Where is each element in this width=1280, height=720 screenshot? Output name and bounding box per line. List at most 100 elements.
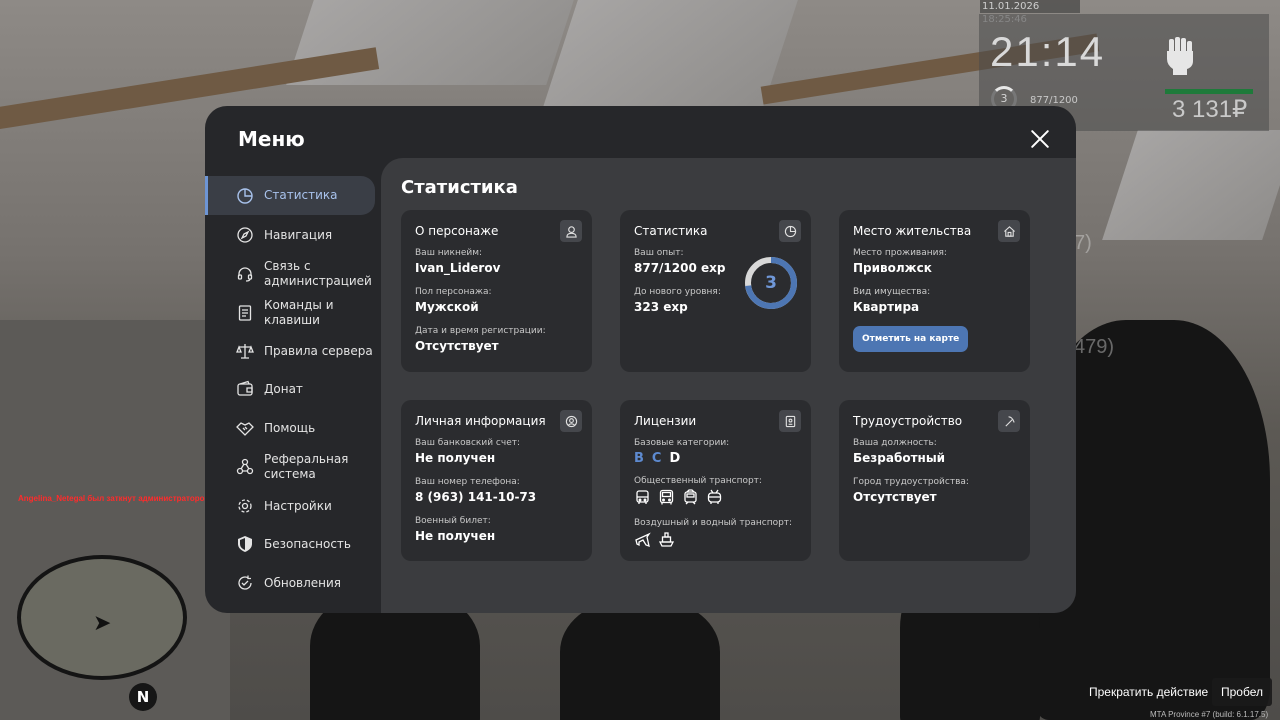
sidebar-item-admin-contact[interactable]: Связь с администрацией: [205, 258, 375, 290]
field-label: Пол персонажа:: [415, 287, 492, 297]
scales-icon: [236, 342, 254, 360]
sidebar-item-label: Настройки: [264, 498, 332, 513]
nickname-value: Ivan_Liderov: [415, 261, 501, 275]
refresh-check-icon: [236, 574, 254, 592]
card-stats: Статистика Ваш опыт: 877/1200 exp До нов…: [620, 210, 811, 372]
sidebar-item-commands[interactable]: Команды и клавиши: [205, 297, 375, 329]
pie-chart-icon: [236, 187, 254, 205]
content-title: Статистика: [401, 177, 518, 198]
mark-on-map-button[interactable]: Отметить на карте: [853, 326, 969, 352]
sidebar-item-label: Связь с администрацией: [264, 259, 372, 288]
sidebar-item-settings[interactable]: Настройки: [205, 496, 375, 516]
sidebar-item-rules[interactable]: Правила сервера: [205, 341, 375, 361]
tram-icon: [682, 489, 699, 506]
menu-title: Меню: [238, 127, 305, 151]
user-circle-icon: [560, 410, 582, 432]
sidebar-item-label: Обновления: [264, 575, 342, 590]
field-label: Ваш банковский счет:: [415, 438, 521, 448]
wallet-icon: [236, 380, 254, 398]
bus-icon: [634, 489, 651, 506]
sidebar-item-donate[interactable]: Донат: [205, 379, 375, 399]
field-label: Воздушный и водный транспорт:: [634, 518, 793, 528]
card-title: О персонаже: [415, 224, 499, 238]
place-value: Приволжск: [853, 261, 932, 275]
sidebar-item-label: Реферальная система: [264, 452, 349, 481]
sidebar-item-updates[interactable]: Обновления: [205, 573, 375, 593]
handshake-icon: [236, 419, 254, 437]
property-value: Квартира: [853, 300, 920, 314]
military-value: Не получен: [415, 529, 496, 543]
sidebar-item-label: Навигация: [264, 227, 333, 242]
field-label: Военный билет:: [415, 516, 491, 526]
action-hint: Прекратить действие: [1089, 685, 1209, 699]
hud-money: 3 131₽: [1172, 96, 1248, 123]
close-icon[interactable]: [1029, 128, 1051, 150]
card-character: О персонаже Ваш никнейм: Ivan_Liderov По…: [401, 210, 592, 372]
card-title: Трудоустройство: [853, 414, 963, 428]
field-label: Ваш номер телефона:: [415, 477, 520, 487]
hud-clock: 21:14: [990, 28, 1106, 75]
category-c: C: [651, 451, 663, 466]
content-panel: Статистика О персонаже Ваш никнейм: Ivan…: [381, 158, 1076, 613]
card-employment: Трудоустройство Ваша должность: Безработ…: [839, 400, 1030, 561]
field-label: Дата и время регистрации:: [415, 326, 546, 336]
category-b: B: [634, 451, 645, 466]
nametag-fragment: 7): [1074, 232, 1092, 254]
hud-health-bar: [1165, 89, 1253, 94]
sidebar-item-help[interactable]: Помощь: [205, 418, 375, 438]
sidebar-item-security[interactable]: Безопасность: [205, 534, 375, 554]
card-title: Лицензии: [634, 414, 697, 428]
sidebar-item-label: Статистика: [264, 188, 338, 202]
coach-icon: [658, 489, 675, 506]
user-icon: [560, 220, 582, 242]
hud-datetime: 11.01.2026 18:25:46: [980, 0, 1080, 25]
position-value: Безработный: [853, 451, 946, 465]
nametag-fragment: 479): [1074, 336, 1115, 358]
level-number: 3: [765, 273, 777, 293]
gear-icon: [236, 497, 254, 515]
trolleybus-icon: [706, 489, 723, 506]
sidebar-item-label: Безопасность: [264, 536, 351, 551]
pickaxe-icon: [998, 410, 1020, 432]
card-title: Статистика: [634, 224, 708, 238]
minimap: ➤: [17, 555, 187, 680]
gender-value: Мужской: [415, 300, 479, 314]
license-categories: BCD: [634, 451, 797, 466]
sidebar-item-label: Помощь: [264, 420, 316, 435]
sidebar-item-label: Правила сервера: [264, 343, 373, 358]
field-label: Базовые категории:: [634, 438, 730, 448]
card-personal: Личная информация Ваш банковский счет: Н…: [401, 400, 592, 561]
sidebar-item-statistics[interactable]: Статистика: [205, 176, 375, 215]
phone-value: 8 (963) 141-10-73: [415, 490, 537, 504]
sidebar-item-navigation[interactable]: Навигация: [205, 225, 375, 245]
player-arrow-icon: ➤: [93, 611, 112, 636]
pie-chart-icon: [779, 220, 801, 242]
field-label: Ваш никнейм:: [415, 248, 483, 258]
north-icon: N: [129, 683, 157, 711]
airplane-icon: [634, 531, 651, 548]
field-label: Вид имущества:: [853, 287, 931, 297]
action-key[interactable]: Пробел: [1212, 678, 1272, 706]
shield-icon: [236, 535, 254, 553]
home-icon: [998, 220, 1020, 242]
card-licenses: Лицензии Базовые категории: BCD Обществе…: [620, 400, 811, 561]
hud-exp: 877/1200: [1030, 95, 1078, 106]
sidebar-item-label: Донат: [264, 381, 303, 396]
card-title: Место жительства: [853, 224, 972, 238]
field-label: Общественный транспорт:: [634, 476, 762, 486]
sidebar-item-referral[interactable]: Реферальная система: [205, 451, 375, 483]
build-info: MTA Province #7 (build: 6.1.17.5): [1150, 710, 1269, 719]
network-icon: [236, 458, 254, 476]
field-label: Город трудоустройства:: [853, 477, 969, 487]
category-d: D: [669, 451, 682, 466]
fist-icon: [1163, 35, 1197, 75]
ship-icon: [658, 531, 675, 548]
id-card-icon: [779, 410, 801, 432]
headset-icon: [236, 265, 254, 283]
card-title: Личная информация: [415, 414, 546, 428]
public-transport-icons: [634, 489, 797, 506]
field-label: Место проживания:: [853, 248, 947, 258]
compass-icon: [236, 226, 254, 244]
field-label: Ваша должность:: [853, 438, 937, 448]
sidebar-item-label: Команды и клавиши: [264, 298, 334, 327]
